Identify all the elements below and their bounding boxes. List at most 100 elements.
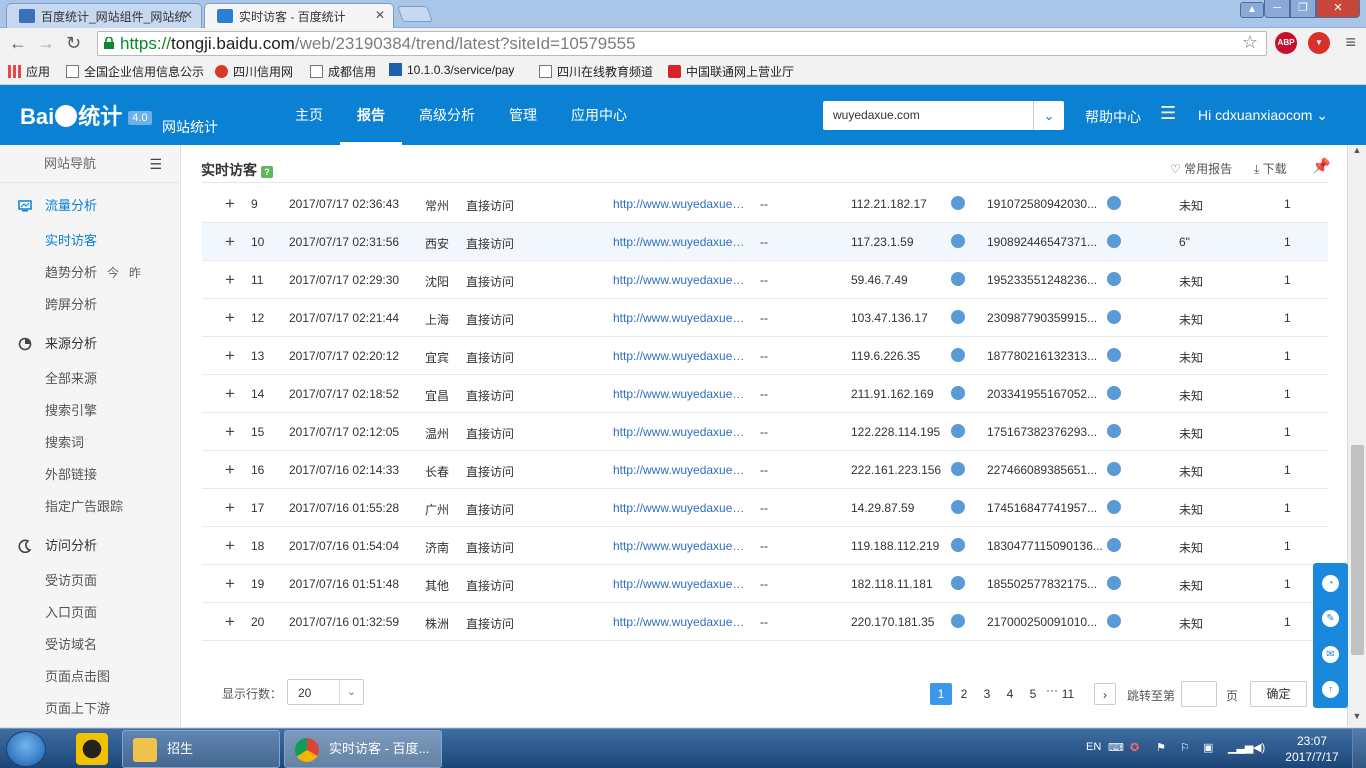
table-row[interactable]: +16 2017/07/16 02:14:33 长春 直接访问 http://www.w… xyxy=(202,451,1328,489)
yesterday-tag[interactable]: 昨 xyxy=(129,266,141,280)
sidebar-item-entry-pages[interactable]: 入口页面 xyxy=(0,597,180,629)
back-to-top-icon[interactable]: ↑ xyxy=(1322,681,1339,698)
nav-app-center[interactable]: 应用中心 xyxy=(554,85,644,145)
pin-icon[interactable]: 📌 xyxy=(1312,157,1331,175)
browser-menu-icon[interactable]: ≡ xyxy=(1345,32,1356,53)
visitor-trend-icon[interactable] xyxy=(1107,310,1121,324)
rows-per-page-select[interactable]: 20 ⌄ xyxy=(287,679,364,705)
sidebar-item-visited-domains[interactable]: 受访域名 xyxy=(0,629,180,661)
chevron-down-icon[interactable]: ⌄ xyxy=(339,680,363,704)
sidebar-group-source[interactable]: 来源分析 xyxy=(0,325,180,363)
expand-row-icon[interactable]: + xyxy=(225,232,235,252)
ip-trend-icon[interactable] xyxy=(951,538,965,552)
scroll-down-icon[interactable]: ▼ xyxy=(1348,711,1366,727)
entry-page-link[interactable]: http://www.wuyedaxue.com/ xyxy=(613,577,747,591)
help-center-link[interactable]: 帮助中心 xyxy=(1085,107,1141,127)
flag-icon[interactable]: ⚑ xyxy=(1156,741,1166,754)
ip-trend-icon[interactable] xyxy=(951,386,965,400)
table-row[interactable]: +17 2017/07/16 01:55:28 广州 直接访问 http://www.w… xyxy=(202,489,1328,527)
taskbar-app-chrome[interactable]: 实时访客 - 百度... xyxy=(284,730,442,768)
feedback-icon[interactable]: ◔ xyxy=(1322,575,1339,592)
today-tag[interactable]: 今 xyxy=(107,266,119,280)
minimize-button[interactable]: ─ xyxy=(1264,0,1290,18)
entry-page-link[interactable]: http://www.wuyedaxue.com/ xyxy=(613,311,747,325)
sidebar-item-external-links[interactable]: 外部链接 xyxy=(0,459,180,491)
next-page-button[interactable]: › xyxy=(1094,683,1116,705)
ip-trend-icon[interactable] xyxy=(951,310,965,324)
user-menu[interactable]: Hi cdxuanxiaocom ⌄ xyxy=(1198,107,1328,124)
sidebar-item-cross-screen[interactable]: 跨屏分析 xyxy=(0,289,180,321)
entry-page-link[interactable]: http://www.wuyedaxue.com/ xyxy=(613,235,747,249)
table-row[interactable]: +15 2017/07/17 02:12:05 温州 直接访问 http://www.w… xyxy=(202,413,1328,451)
browser-tab-realtime-visitors[interactable]: 实时访客 - 百度统计 ✕ xyxy=(204,3,394,28)
show-desktop-button[interactable] xyxy=(1352,729,1366,768)
collapse-menu-icon[interactable]: ☰ xyxy=(149,145,162,183)
bookmark-item[interactable]: 四川在线教育频道 xyxy=(539,63,653,80)
reload-icon[interactable]: ↻ xyxy=(66,32,81,54)
sidebar-item-ad-tracking[interactable]: 指定广告跟踪 xyxy=(0,491,180,523)
table-row[interactable]: +11 2017/07/17 02:29:30 沈阳 直接访问 http://www.w… xyxy=(202,261,1328,299)
sidebar-item-trend[interactable]: 趋势分析今昨 xyxy=(0,257,180,289)
help-mark-icon[interactable]: ? xyxy=(261,166,273,178)
entry-page-link[interactable]: http://www.wuyedaxue.com/ xyxy=(613,425,747,439)
visitor-trend-icon[interactable] xyxy=(1107,234,1121,248)
table-row[interactable]: +20 2017/07/16 01:32:59 株洲 直接访问 http://www.w… xyxy=(202,603,1328,641)
entry-page-link[interactable]: http://www.wuyedaxue.com/ xyxy=(613,615,747,629)
chat-icon[interactable]: ✉ xyxy=(1322,646,1339,663)
jump-confirm-button[interactable]: 确定 xyxy=(1250,681,1307,707)
action-center-icon[interactable]: ⚐ xyxy=(1180,741,1190,754)
adblock-plus-icon[interactable]: ABP xyxy=(1275,32,1297,54)
favorite-report-button[interactable]: ♡ 常用报告 xyxy=(1170,160,1232,177)
sidebar-item-all-sources[interactable]: 全部来源 xyxy=(0,363,180,395)
table-row[interactable]: +12 2017/07/17 02:21:44 上海 直接访问 http://www.w… xyxy=(202,299,1328,337)
visitor-trend-icon[interactable] xyxy=(1107,462,1121,476)
download-button[interactable]: ⤓ 下载 xyxy=(1254,160,1287,177)
sidebar-item-search-engines[interactable]: 搜索引擎 xyxy=(0,395,180,427)
antivirus-icon[interactable]: ✪ xyxy=(1130,741,1139,754)
chevron-down-icon[interactable]: ⌄ xyxy=(1033,101,1064,130)
bookmark-item[interactable]: 四川信用网 xyxy=(215,63,293,80)
close-tab-icon[interactable]: ✕ xyxy=(375,8,385,22)
table-row[interactable]: +19 2017/07/16 01:51:48 其他 直接访问 http://www.w… xyxy=(202,565,1328,603)
entry-page-link[interactable]: http://www.wuyedaxue.com/ xyxy=(613,463,747,477)
visitor-trend-icon[interactable] xyxy=(1107,348,1121,362)
ip-trend-icon[interactable] xyxy=(951,196,965,210)
windows-start-button[interactable] xyxy=(6,731,46,767)
ip-trend-icon[interactable] xyxy=(951,462,965,476)
visitor-trend-icon[interactable] xyxy=(1107,538,1121,552)
expand-row-icon[interactable]: + xyxy=(225,384,235,404)
list-menu-icon[interactable]: ☰ xyxy=(1160,103,1176,124)
jump-page-input[interactable] xyxy=(1181,681,1217,707)
bookmark-item[interactable]: 中国联通网上营业厅 xyxy=(668,63,794,80)
browser-tab-baidu-widget[interactable]: 百度统计_网站组件_网站统 ✕ xyxy=(6,3,202,28)
page-2-button[interactable]: 2 xyxy=(953,683,975,705)
entry-page-link[interactable]: http://www.wuyedaxue.com/ xyxy=(613,273,747,287)
scrollbar-thumb[interactable] xyxy=(1351,445,1364,655)
ip-trend-icon[interactable] xyxy=(951,576,965,590)
input-language[interactable]: EN xyxy=(1086,741,1101,753)
address-bar[interactable]: https://tongji.baidu.com/web/23190384/tr… xyxy=(97,31,1267,56)
close-window-button[interactable]: ✕ xyxy=(1316,0,1360,18)
scroll-up-icon[interactable]: ▲ xyxy=(1348,145,1366,161)
sidebar-item-realtime[interactable]: 实时访客 xyxy=(0,225,180,257)
entry-page-link[interactable]: http://www.wuyedaxue.com/ xyxy=(613,197,747,211)
close-tab-icon[interactable]: ✕ xyxy=(183,8,193,22)
nav-advanced[interactable]: 高级分析 xyxy=(402,85,492,145)
sidebar-item-page-flow[interactable]: 页面上下游 xyxy=(0,693,180,725)
device-icon[interactable]: ▣ xyxy=(1203,741,1213,754)
expand-row-icon[interactable]: + xyxy=(225,460,235,480)
bookmark-star-icon[interactable]: ☆ xyxy=(1242,32,1258,53)
page-11-button[interactable]: 11 xyxy=(1057,683,1079,705)
visitor-trend-icon[interactable] xyxy=(1107,272,1121,286)
new-tab-button[interactable] xyxy=(397,6,433,22)
ip-trend-icon[interactable] xyxy=(951,234,965,248)
bookmark-item[interactable]: 成都信用 xyxy=(310,63,376,80)
visitor-trend-icon[interactable] xyxy=(1107,614,1121,628)
maximize-button[interactable]: ❐ xyxy=(1290,0,1316,18)
ip-trend-icon[interactable] xyxy=(951,348,965,362)
expand-row-icon[interactable]: + xyxy=(225,498,235,518)
sidebar-item-search-terms[interactable]: 搜索词 xyxy=(0,427,180,459)
shield-extension-icon[interactable]: ▼ xyxy=(1308,32,1330,54)
forward-icon[interactable]: → xyxy=(37,32,55,54)
baidu-tongji-logo[interactable]: Bai 统计 4.0 网站统计 xyxy=(20,99,218,135)
